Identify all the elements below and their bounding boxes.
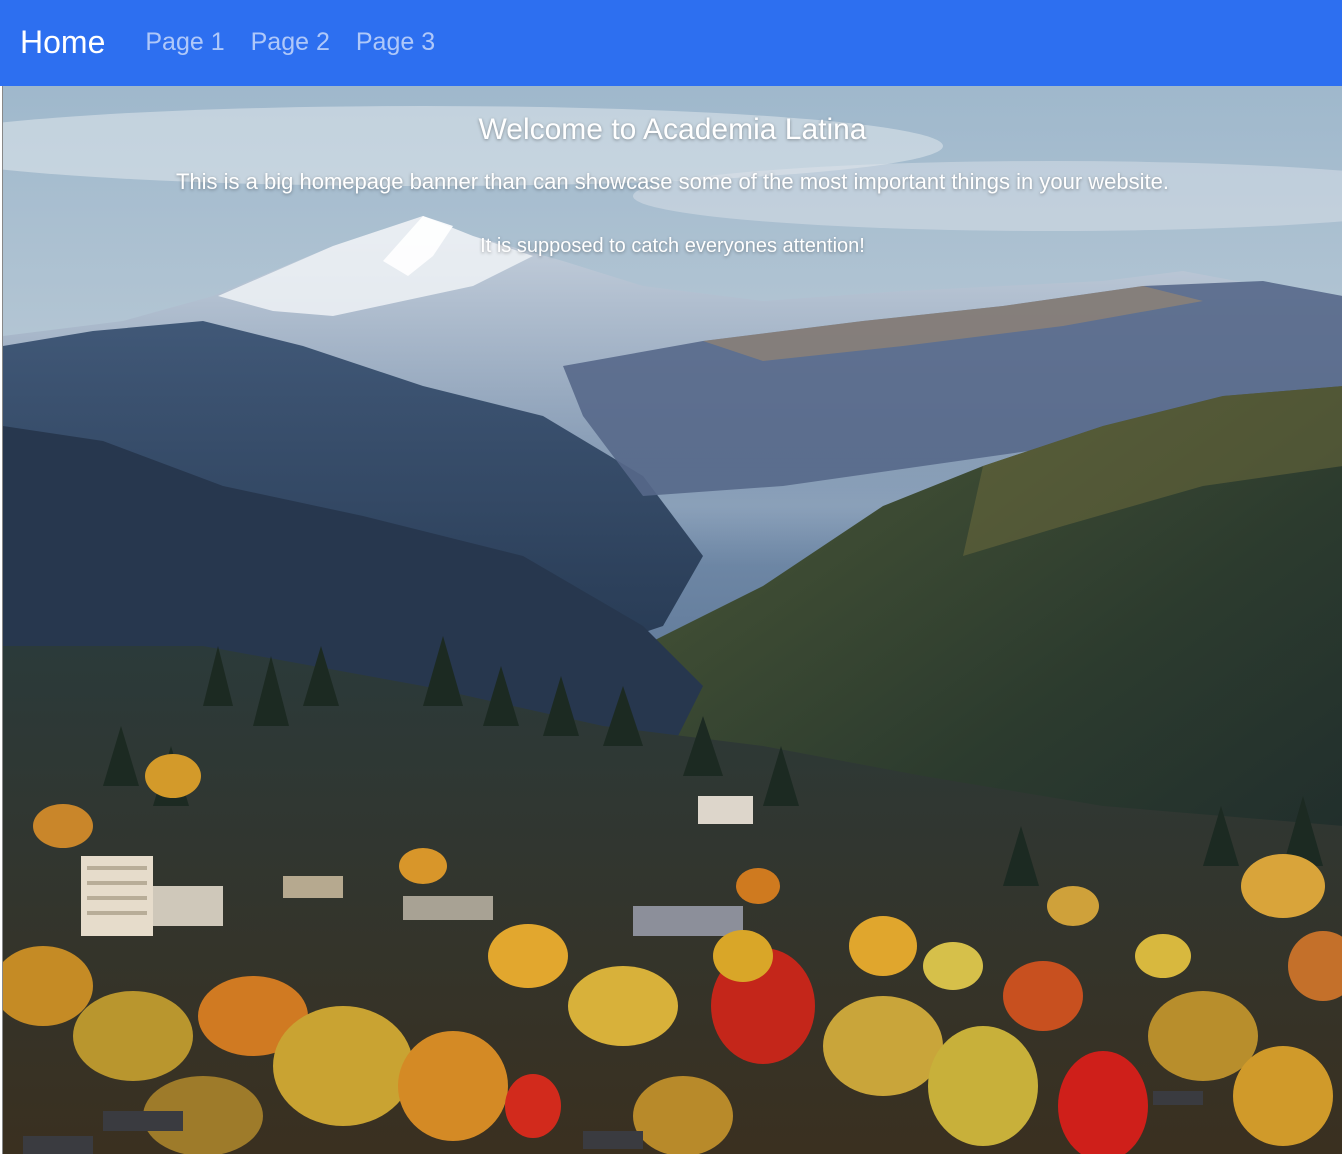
nav-link-page-3[interactable]: Page 3 [356,28,435,57]
nav-link-page-2[interactable]: Page 2 [251,28,330,57]
banner-tagline: It is supposed to catch everyones attent… [480,235,865,257]
nav-links: Page 1 Page 2 Page 3 [145,28,435,58]
nav-home-link[interactable]: Home [20,24,105,61]
top-navbar: Home Page 1 Page 2 Page 3 [0,0,1342,86]
nav-link-page-1[interactable]: Page 1 [145,28,224,57]
banner-title: Welcome to Academia Latina [478,113,867,146]
homepage-banner: Welcome to Academia Latina This is a big… [2,86,1342,1154]
banner-subtitle: This is a big homepage banner than can s… [176,169,1169,194]
